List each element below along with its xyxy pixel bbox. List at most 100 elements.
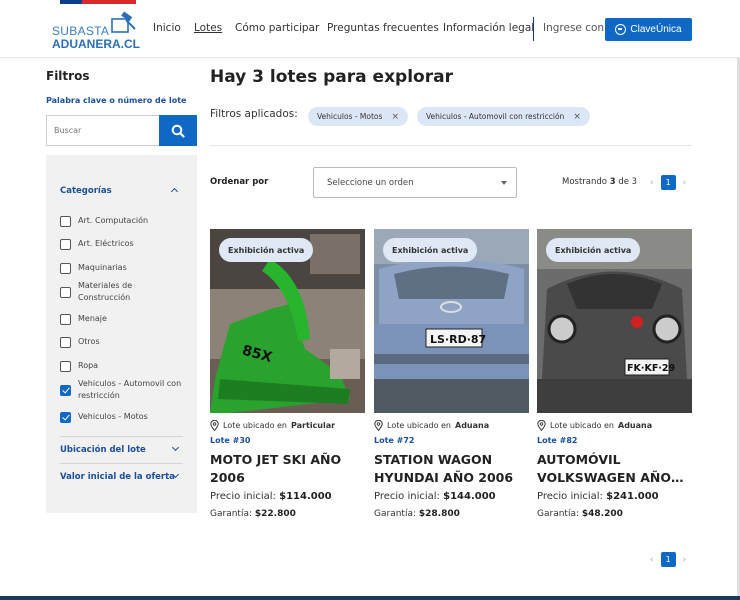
lot-location: Lote ubicado en Particular [210,420,335,431]
checkbox[interactable] [60,337,71,348]
category-label: Vehiculos - Motos [78,412,148,421]
lot-number: Lote #82 [537,436,578,445]
category-label: Otros [78,337,100,346]
lot-number: Lote #30 [210,436,251,445]
category-label: Menaje [78,314,107,323]
logo-line2: ADUANERA.CL [52,37,140,51]
checkbox[interactable] [60,239,71,250]
search-icon [171,124,185,138]
section-divider [60,463,183,464]
categories-toggle[interactable]: Categorías [60,186,112,196]
lot-image[interactable]: 85X Exhibición activa [210,229,365,413]
initial-price: Precio inicial: $144.000 [374,491,496,502]
checkbox[interactable] [60,314,71,325]
category-otros[interactable]: Otros [60,336,185,348]
prev-page-icon[interactable]: ‹ [650,555,654,565]
category-menaje[interactable]: Menaje [60,313,185,325]
checkbox[interactable] [60,287,71,298]
nav-como-participar[interactable]: Cómo participar [235,22,319,34]
close-icon[interactable]: × [573,112,581,122]
search-button[interactable] [159,115,197,146]
keyword-label: Palabra clave o número de lote [46,96,187,105]
chip-label: Vehiculos - Automovil con restricción [426,112,565,121]
checkbox[interactable] [60,361,71,372]
checkbox[interactable] [60,263,71,274]
location-pin-icon [210,420,219,431]
chevron-up-icon[interactable] [170,187,179,196]
location-pin-icon [537,420,546,431]
lot-card[interactable]: LS·RD·87 Exhibición activa Lote ubicado … [374,229,529,529]
filter-chip-automovil[interactable]: Vehiculos - Automovil con restricción × [417,107,590,126]
flag-stripe [60,0,136,4]
category-maquinarias[interactable]: Maquinarias [60,262,185,274]
caret-down-icon [501,181,507,185]
status-badge: Exhibición activa [219,238,314,262]
lot-number: Lote #72 [374,436,415,445]
site-header: SUBASTA ADUANERA.CL Inicio Lotes Cómo pa… [0,0,740,58]
category-ropa[interactable]: Ropa [60,360,185,372]
initial-price: Precio inicial: $114.000 [210,491,332,502]
claveunica-login-button[interactable]: ClaveÚnica [605,18,692,41]
next-page-icon[interactable]: › [683,178,687,188]
guarantee: Garantía: $22.800 [210,509,296,519]
filter-panel: Categorías Art. Computación Art. Eléctri… [46,155,197,513]
lot-card[interactable]: 85X Exhibición activa Lote ubicado en Par… [210,229,365,529]
nav-informacion-legal[interactable]: Información legal [443,22,534,34]
gavel-icon [111,11,136,33]
lot-location: Lote ubicado en Aduana [374,420,489,431]
nav-preguntas-frecuentes[interactable]: Preguntas frecuentes [327,22,439,34]
plate-text: LS·RD·87 [430,333,486,346]
location-toggle[interactable]: Ubicación del lote [60,445,146,455]
order-select[interactable]: Seleccione un orden [313,167,517,198]
lot-title[interactable]: AUTOMÓVIL VOLKSWAGEN AÑO 2006 [537,451,692,487]
lot-title[interactable]: STATION WAGON HYUNDAI AÑO 2006 [374,451,529,487]
showing-count: Mostrando 3 de 3 [562,177,638,187]
login-text: Ingrese con [543,22,605,34]
category-label: Vehiculos - Automovil con restricción [78,379,182,400]
category-vehiculos-motos[interactable]: Vehiculos - Motos [60,411,185,423]
initial-price: Precio inicial: $241.000 [537,491,659,502]
site-logo[interactable]: SUBASTA ADUANERA.CL [50,9,142,53]
status-badge: Exhibición activa [383,238,478,262]
chevron-down-icon[interactable] [171,443,180,452]
lot-card[interactable]: FK·KF·29 Exhibición activa Lote ubicado … [537,229,692,529]
location-pin-icon [374,420,383,431]
nav-lotes[interactable]: Lotes [194,22,222,34]
claveunica-icon [615,24,627,35]
lot-location: Lote ubicado en Aduana [537,420,652,431]
page-button[interactable]: 1 [660,552,676,567]
logo-line1: SUBASTA [52,24,110,38]
applied-filters-label: Filtros aplicados: [210,108,298,120]
category-label: Maquinarias [78,263,127,272]
checkbox-checked[interactable] [60,385,71,396]
status-badge: Exhibición activa [546,238,641,262]
order-select-value: Seleccione un orden [327,177,414,188]
plate-text: FK·KF·29 [627,363,675,374]
order-label: Ordenar por [210,177,269,187]
search-input[interactable] [46,115,159,146]
results-title: Hay 3 lotes para explorar [210,67,453,87]
category-vehiculos-automovil[interactable]: Vehiculos - Automovil con restricción [60,378,185,402]
claveunica-label: ClaveÚnica [630,24,682,35]
category-label: Materiales de Construcción [78,281,133,302]
page-button[interactable]: 1 [660,175,676,190]
footer-bar [0,596,740,600]
value-toggle[interactable]: Valor inicial de la oferta [60,472,175,482]
nav-inicio[interactable]: Inicio [153,22,181,34]
category-art-computacion[interactable]: Art. Computación [60,215,185,227]
filter-chip-motos[interactable]: Vehiculos - Motos × [308,107,408,126]
close-icon[interactable]: × [391,112,399,122]
lot-image[interactable]: FK·KF·29 Exhibición activa [537,229,692,413]
divider [210,145,692,146]
lot-image[interactable]: LS·RD·87 Exhibición activa [374,229,529,413]
category-materiales-construccion[interactable]: Materiales de Construcción [60,280,150,304]
checkbox[interactable] [60,216,71,227]
next-page-icon[interactable]: › [683,555,687,565]
prev-page-icon[interactable]: ‹ [650,178,654,188]
checkbox-checked[interactable] [60,412,71,423]
category-label: Ropa [78,361,99,370]
guarantee: Garantía: $48.200 [537,509,623,519]
search-box [46,115,197,146]
lot-title[interactable]: MOTO JET SKI AÑO 2006 [210,451,365,487]
category-art-electricos[interactable]: Art. Eléctricos [60,238,185,250]
